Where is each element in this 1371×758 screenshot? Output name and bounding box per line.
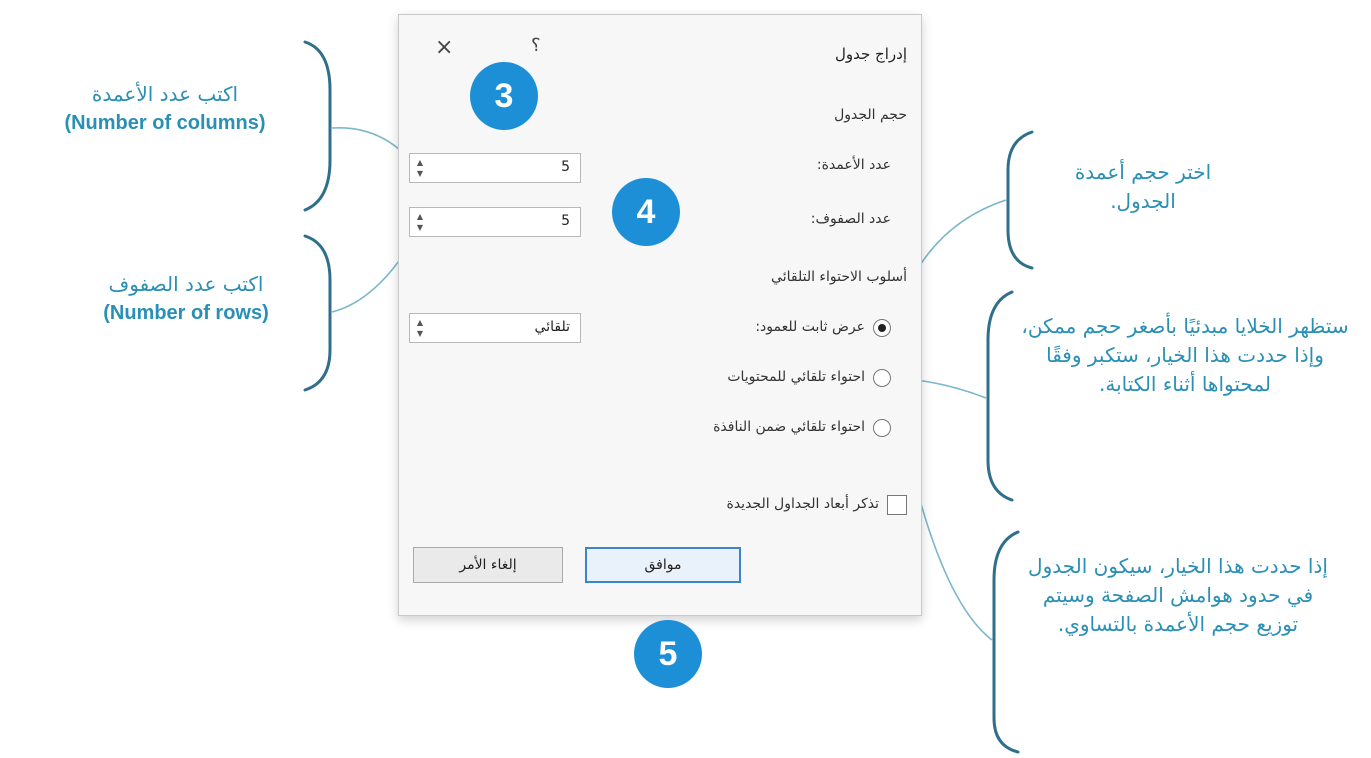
autofit-heading: أسلوب الاحتواء التلقائي: [771, 269, 907, 285]
autofit-contents-label: احتواء تلقائي للمحتويات: [727, 369, 865, 385]
step-badge-4: 4: [612, 178, 680, 246]
bracket-contents-note: [986, 290, 1014, 502]
columns-annotation: اكتب عدد الأعمدة (Number of columns): [20, 80, 310, 138]
columns-annotation-ar: اكتب عدد الأعمدة: [91, 82, 239, 106]
close-icon[interactable]: ×: [435, 35, 453, 60]
autofit-window-radio[interactable]: [873, 419, 891, 437]
autofit-contents-radio[interactable]: [873, 369, 891, 387]
fixed-width-spinbox[interactable]: ▲ ▼ تلقائي: [409, 313, 581, 343]
columns-label: عدد الأعمدة:: [816, 157, 891, 173]
cancel-button[interactable]: إلغاء الأمر: [413, 547, 563, 583]
dialog-title: إدراج جدول: [835, 45, 907, 63]
remember-dimensions-checkbox[interactable]: [887, 495, 907, 515]
columns-spinbox[interactable]: ▲ ▼ 5: [409, 153, 581, 183]
size-note: اختر حجم أعمدة الجدول.: [1074, 160, 1212, 213]
autofit-window-label: احتواء تلقائي ضمن النافذة: [713, 419, 865, 435]
ok-button[interactable]: موافق: [585, 547, 741, 583]
window-note: إذا حددت هذا الخيار، سيكون الجدول في حدو…: [1028, 554, 1328, 636]
fixed-width-value: تلقائي: [534, 319, 570, 335]
fixed-width-radio[interactable]: [873, 319, 891, 337]
rows-annotation-ar: اكتب عدد الصفوف: [108, 272, 264, 296]
help-icon[interactable]: ؟: [531, 35, 541, 56]
spin-arrows-icon[interactable]: ▲ ▼: [413, 317, 427, 339]
fixed-width-label: عرض ثابت للعمود:: [755, 319, 865, 335]
bracket-window-note: [992, 530, 1020, 754]
spin-arrows-icon[interactable]: ▲ ▼: [413, 211, 427, 233]
step-badge-3: 3: [470, 62, 538, 130]
remember-dimensions-label: تذكر أبعاد الجداول الجديدة: [726, 496, 879, 512]
table-size-heading: حجم الجدول: [834, 107, 907, 123]
rows-value: 5: [561, 213, 570, 229]
contents-note: ستظهر الخلايا مبدئيًا بأصغر حجم ممكن، وإ…: [1021, 314, 1349, 396]
rows-annotation-en: (Number of rows): [103, 302, 269, 324]
step-badge-5: 5: [634, 620, 702, 688]
bracket-size-note: [1006, 130, 1034, 270]
rows-spinbox[interactable]: ▲ ▼ 5: [409, 207, 581, 237]
columns-annotation-en: (Number of columns): [64, 112, 266, 134]
spin-arrows-icon[interactable]: ▲ ▼: [413, 157, 427, 179]
columns-value: 5: [561, 159, 570, 175]
rows-annotation: اكتب عدد الصفوف (Number of rows): [56, 270, 316, 328]
rows-label: عدد الصفوف:: [810, 211, 891, 227]
